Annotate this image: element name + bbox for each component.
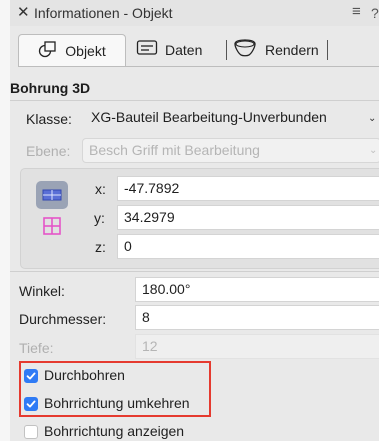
divider — [10, 100, 379, 101]
data-icon — [136, 39, 165, 60]
ebene-label: Ebene: — [26, 143, 71, 159]
klasse-select[interactable]: XG-Bauteil Bearbeitung-Unverbunden — [85, 106, 379, 131]
help-icon[interactable]: ? — [371, 5, 379, 21]
x-label: x: — [95, 181, 106, 197]
ebene-value: Besch Griff mit Bearbeitung — [89, 142, 260, 158]
chevron-down-icon[interactable]: ⌄ — [368, 113, 376, 124]
divider — [10, 271, 379, 272]
bohrrichtung-anzeigen-label[interactable]: Bohrrichtung anzeigen — [44, 423, 184, 439]
tab-rendern[interactable]: Rendern — [232, 34, 319, 65]
object-type-title: Bohrung 3D — [10, 80, 91, 96]
tab-daten-label: Daten — [165, 41, 203, 58]
coordinates-group: x: -47.7892 y: 34.2979 z: 0 — [20, 168, 379, 269]
durchmesser-label: Durchmesser: — [19, 311, 107, 327]
y-label: y: — [94, 210, 105, 226]
tab-bar: Objekt Daten Rendern — [18, 34, 379, 67]
klasse-label: Klasse: — [26, 111, 72, 127]
reference-point-icon[interactable] — [43, 217, 61, 238]
y-field[interactable]: 34.2979 — [117, 205, 379, 230]
menu-icon[interactable]: ≡ — [352, 3, 361, 20]
klasse-value: XG-Bauteil Bearbeitung-Unverbunden — [91, 109, 327, 125]
shape-icon — [38, 40, 65, 61]
chevron-down-icon: ⌄ — [369, 145, 378, 156]
palette-title: Informationen - Objekt — [34, 5, 173, 21]
tab-daten[interactable]: Daten — [136, 34, 202, 65]
info-panel: ✕ Informationen - Objekt ≡ ? Objekt Date… — [10, 0, 379, 441]
tab-rendern-label: Rendern — [265, 41, 319, 58]
z-label: z: — [95, 239, 106, 255]
winkel-label: Winkel: — [19, 283, 65, 299]
z-field[interactable]: 0 — [117, 234, 379, 259]
view-mode-icon[interactable] — [36, 181, 68, 209]
durchmesser-field[interactable]: 8 — [135, 305, 379, 330]
render-icon — [232, 38, 265, 61]
tiefe-field[interactable]: 12 — [135, 334, 379, 359]
tab-divider — [226, 40, 227, 60]
bohrrichtung-anzeigen-checkbox[interactable] — [24, 425, 38, 439]
palette-titlebar: ✕ Informationen - Objekt ≡ ? — [10, 0, 379, 26]
ebene-select[interactable]: Besch Griff mit Bearbeitung — [82, 138, 379, 163]
tab-divider — [327, 40, 328, 60]
winkel-field[interactable]: 180.00° — [135, 277, 379, 302]
tab-objekt[interactable]: Objekt — [18, 34, 126, 66]
highlight-box — [19, 361, 211, 417]
tiefe-label: Tiefe: — [19, 340, 54, 356]
tab-objekt-label: Objekt — [65, 42, 106, 59]
left-edge — [0, 0, 10, 441]
close-icon[interactable]: ✕ — [17, 4, 30, 22]
x-field[interactable]: -47.7892 — [117, 176, 379, 201]
